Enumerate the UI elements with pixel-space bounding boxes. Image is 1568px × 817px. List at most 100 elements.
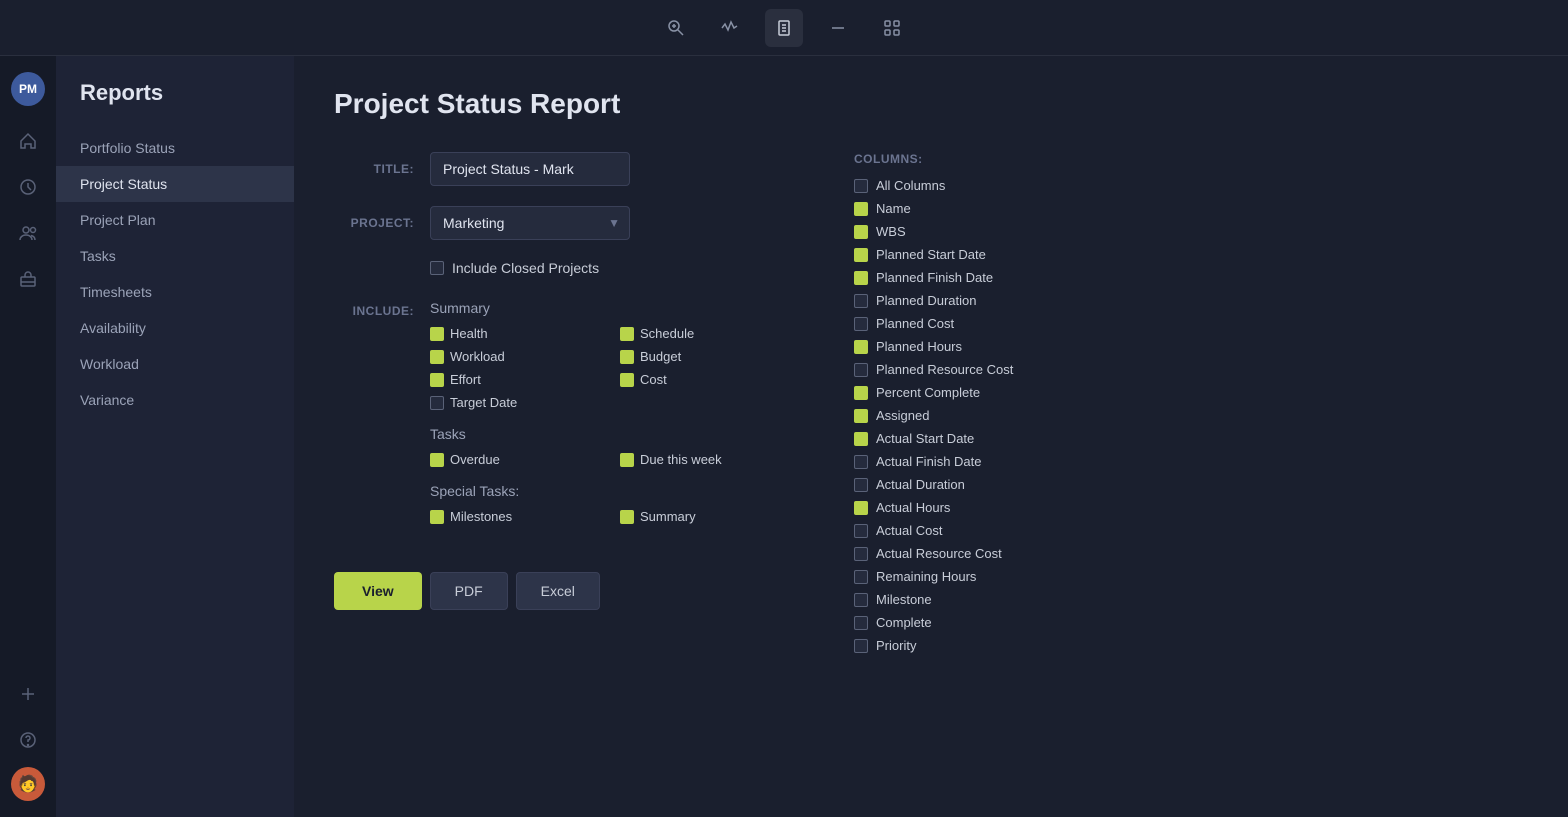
sidebar-item-workload[interactable]: Workload [56, 346, 294, 382]
planned-hours-label: Planned Hours [876, 339, 962, 354]
column-actual-start: Actual Start Date [854, 431, 1528, 446]
actual-hours-checkbox[interactable] [854, 501, 868, 515]
action-buttons: View PDF Excel [334, 572, 794, 610]
milestones-label: Milestones [450, 509, 512, 524]
tasks-group-title: Tasks [430, 426, 794, 442]
help-button[interactable] [9, 721, 47, 759]
avatar[interactable]: 🧑 [11, 767, 45, 801]
layout-button[interactable] [873, 9, 911, 47]
form-left: TITLE: PROJECT: Marketing Development Sa… [334, 152, 794, 653]
budget-checkbox[interactable] [620, 350, 634, 364]
sidebar-item-availability[interactable]: Availability [56, 310, 294, 346]
include-workload: Workload [430, 349, 604, 364]
actual-cost-label: Actual Cost [876, 523, 942, 538]
include-milestones: Milestones [430, 509, 604, 524]
page-title: Project Status Report [334, 88, 1528, 120]
planned-finish-checkbox[interactable] [854, 271, 868, 285]
include-effort: Effort [430, 372, 604, 387]
planned-duration-checkbox[interactable] [854, 294, 868, 308]
actual-resource-cost-checkbox[interactable] [854, 547, 868, 561]
sidebar-item-variance[interactable]: Variance [56, 382, 294, 418]
planned-duration-label: Planned Duration [876, 293, 976, 308]
column-actual-cost: Actual Cost [854, 523, 1528, 538]
planned-cost-checkbox[interactable] [854, 317, 868, 331]
health-checkbox[interactable] [430, 327, 444, 341]
column-planned-start: Planned Start Date [854, 247, 1528, 262]
wbs-checkbox[interactable] [854, 225, 868, 239]
actual-hours-label: Actual Hours [876, 500, 950, 515]
actual-finish-checkbox[interactable] [854, 455, 868, 469]
briefcase-button[interactable] [9, 260, 47, 298]
project-select[interactable]: Marketing Development Sales HR [430, 206, 630, 240]
all-columns-label: All Columns [876, 178, 945, 193]
remaining-hours-checkbox[interactable] [854, 570, 868, 584]
percent-complete-checkbox[interactable] [854, 386, 868, 400]
column-planned-duration: Planned Duration [854, 293, 1528, 308]
actual-cost-checkbox[interactable] [854, 524, 868, 538]
clock-button[interactable] [9, 168, 47, 206]
cost-checkbox[interactable] [620, 373, 634, 387]
complete-checkbox[interactable] [854, 616, 868, 630]
budget-label: Budget [640, 349, 681, 364]
add-button[interactable] [9, 675, 47, 713]
include-target-date: Target Date [430, 395, 604, 410]
complete-label: Complete [876, 615, 932, 630]
home-button[interactable] [9, 122, 47, 160]
include-closed-row: Include Closed Projects [430, 260, 794, 276]
all-columns-checkbox[interactable] [854, 179, 868, 193]
priority-checkbox[interactable] [854, 639, 868, 653]
summary-checkbox[interactable] [620, 510, 634, 524]
planned-resource-cost-checkbox[interactable] [854, 363, 868, 377]
include-closed-label: Include Closed Projects [452, 260, 599, 276]
columns-label: COLUMNS: [854, 152, 1528, 166]
assigned-checkbox[interactable] [854, 409, 868, 423]
icon-nav: PM [0, 56, 56, 817]
actual-start-checkbox[interactable] [854, 432, 868, 446]
milestones-checkbox[interactable] [430, 510, 444, 524]
summary-group-title: Summary [430, 300, 794, 316]
include-closed-checkbox[interactable] [430, 261, 444, 275]
overdue-checkbox[interactable] [430, 453, 444, 467]
column-wbs: WBS [854, 224, 1528, 239]
planned-finish-label: Planned Finish Date [876, 270, 993, 285]
title-input[interactable] [430, 152, 630, 186]
due-this-week-checkbox[interactable] [620, 453, 634, 467]
effort-label: Effort [450, 372, 481, 387]
sidebar-item-portfolio-status[interactable]: Portfolio Status [56, 130, 294, 166]
include-grid: Summary Health Schedule Workload [430, 300, 794, 540]
sidebar: Reports Portfolio Status Project Status … [56, 56, 294, 817]
milestone-checkbox[interactable] [854, 593, 868, 607]
column-priority: Priority [854, 638, 1528, 653]
target-date-checkbox[interactable] [430, 396, 444, 410]
summary-items: Health Schedule Workload Budget [430, 326, 794, 410]
include-schedule: Schedule [620, 326, 794, 341]
view-button[interactable]: View [334, 572, 422, 610]
schedule-checkbox[interactable] [620, 327, 634, 341]
workload-checkbox[interactable] [430, 350, 444, 364]
sidebar-item-timesheets[interactable]: Timesheets [56, 274, 294, 310]
name-checkbox[interactable] [854, 202, 868, 216]
activity-button[interactable] [711, 9, 749, 47]
actual-start-label: Actual Start Date [876, 431, 974, 446]
users-button[interactable] [9, 214, 47, 252]
column-planned-hours: Planned Hours [854, 339, 1528, 354]
link-button[interactable] [819, 9, 857, 47]
planned-start-label: Planned Start Date [876, 247, 986, 262]
top-toolbar [0, 0, 1568, 56]
effort-checkbox[interactable] [430, 373, 444, 387]
column-actual-finish: Actual Finish Date [854, 454, 1528, 469]
main-content: Project Status Report TITLE: PROJECT: Ma… [294, 56, 1568, 817]
planned-hours-checkbox[interactable] [854, 340, 868, 354]
column-planned-cost: Planned Cost [854, 316, 1528, 331]
actual-duration-checkbox[interactable] [854, 478, 868, 492]
assigned-label: Assigned [876, 408, 929, 423]
include-label: INCLUDE: [334, 300, 414, 540]
pdf-button[interactable]: PDF [430, 572, 508, 610]
sidebar-item-tasks[interactable]: Tasks [56, 238, 294, 274]
search-zoom-button[interactable] [657, 9, 695, 47]
excel-button[interactable]: Excel [516, 572, 600, 610]
planned-start-checkbox[interactable] [854, 248, 868, 262]
clipboard-button[interactable] [765, 9, 803, 47]
sidebar-item-project-plan[interactable]: Project Plan [56, 202, 294, 238]
sidebar-item-project-status[interactable]: Project Status [56, 166, 294, 202]
